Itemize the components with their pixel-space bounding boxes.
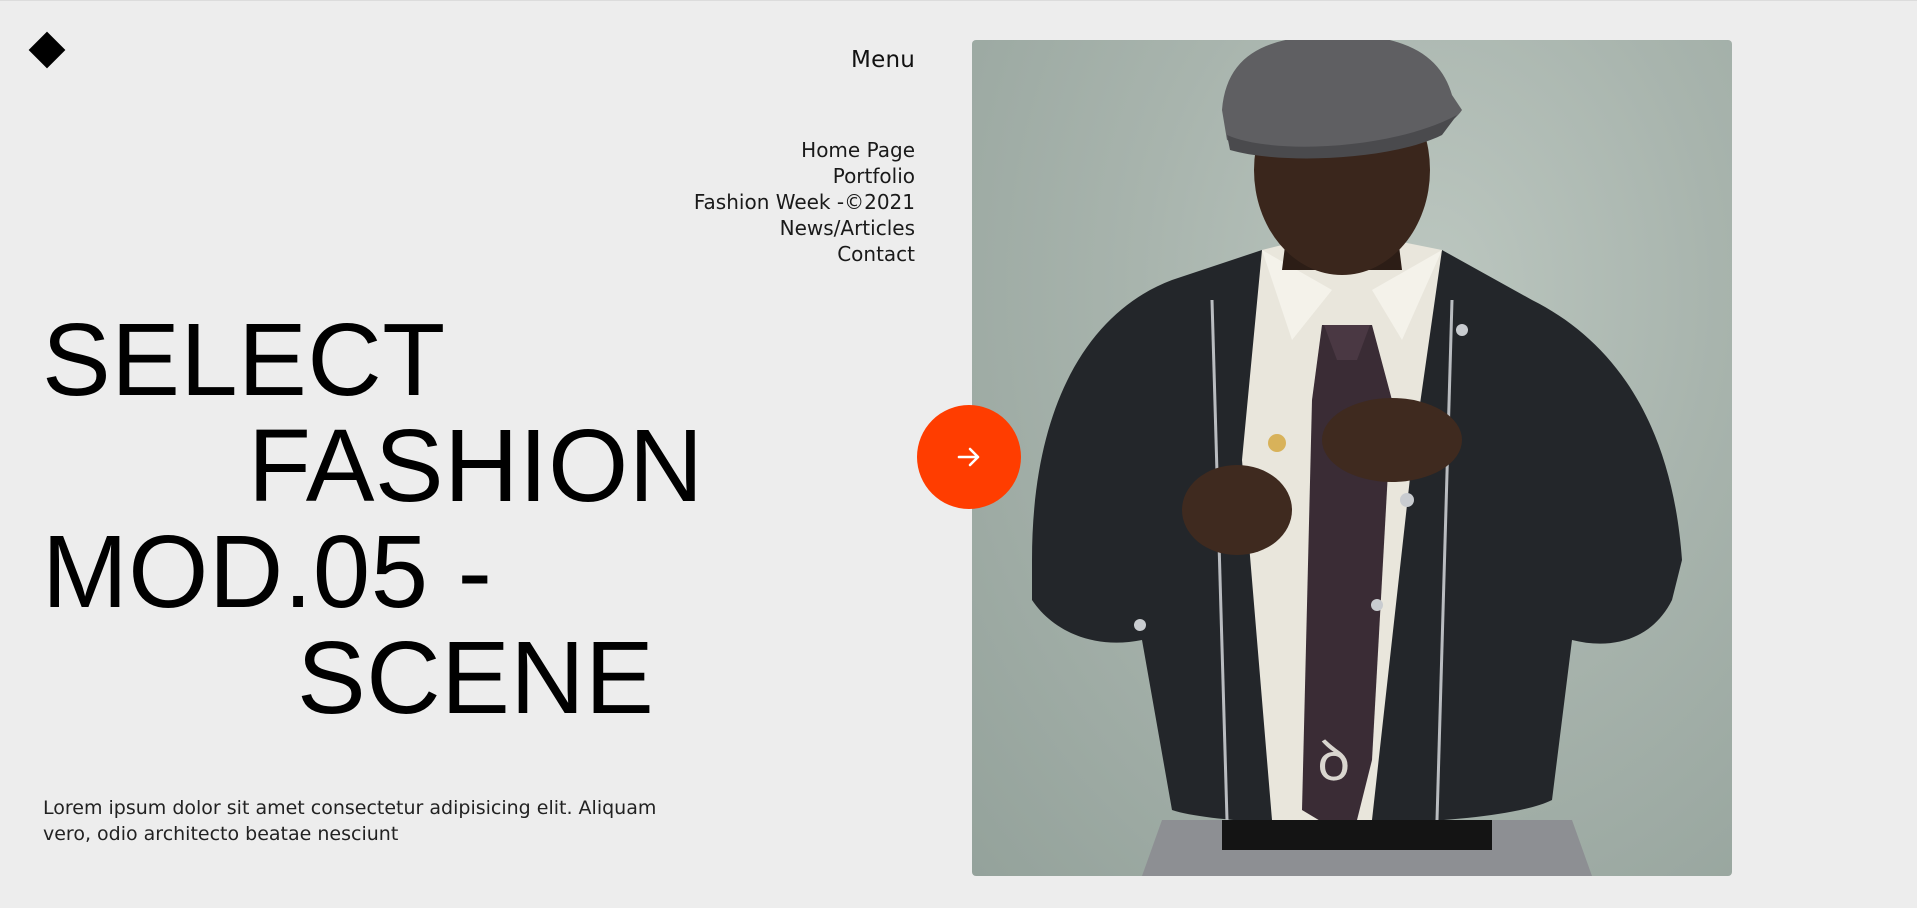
nav-item-portfolio[interactable]: Portfolio: [694, 163, 915, 189]
nav-item-home-page[interactable]: Home Page: [694, 137, 915, 163]
model-photo: ꝺ: [972, 40, 1732, 876]
nav-item-fashion-week[interactable]: Fashion Week -©2021: [694, 189, 915, 215]
diamond-logo-icon[interactable]: [28, 31, 66, 69]
hero-headline: SELECT FASHION MOD.05 - SCENE: [42, 307, 704, 731]
headline-line-4: SCENE: [297, 620, 655, 735]
next-arrow-button[interactable]: [917, 405, 1021, 509]
hero-description: Lorem ipsum dolor sit amet consectetur a…: [43, 797, 657, 845]
headline-line-1: SELECT: [42, 302, 446, 417]
nav-item-contact[interactable]: Contact: [694, 241, 915, 267]
nav-item-news-articles[interactable]: News/Articles: [694, 215, 915, 241]
menu-button[interactable]: Menu: [851, 47, 915, 73]
nav-menu: Home Page Portfolio Fashion Week -©2021 …: [694, 137, 915, 267]
headline-line-2: FASHION: [248, 408, 704, 523]
arrow-right-icon: [957, 447, 980, 467]
svg-text:ꝺ: ꝺ: [1317, 729, 1351, 794]
headline-line-3: MOD.05 -: [42, 514, 493, 629]
page: Menu Home Page Portfolio Fashion Week -©…: [0, 0, 1917, 908]
model-illustration: ꝺ: [1032, 40, 1682, 876]
